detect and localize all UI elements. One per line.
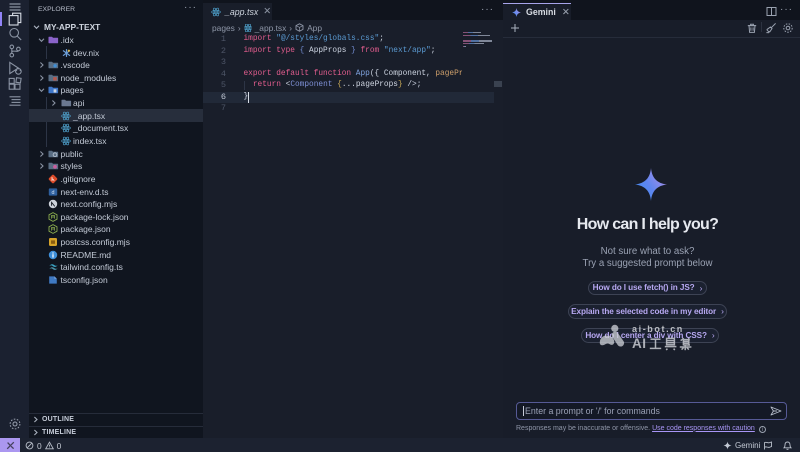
svg-text:d: d: [52, 190, 55, 196]
